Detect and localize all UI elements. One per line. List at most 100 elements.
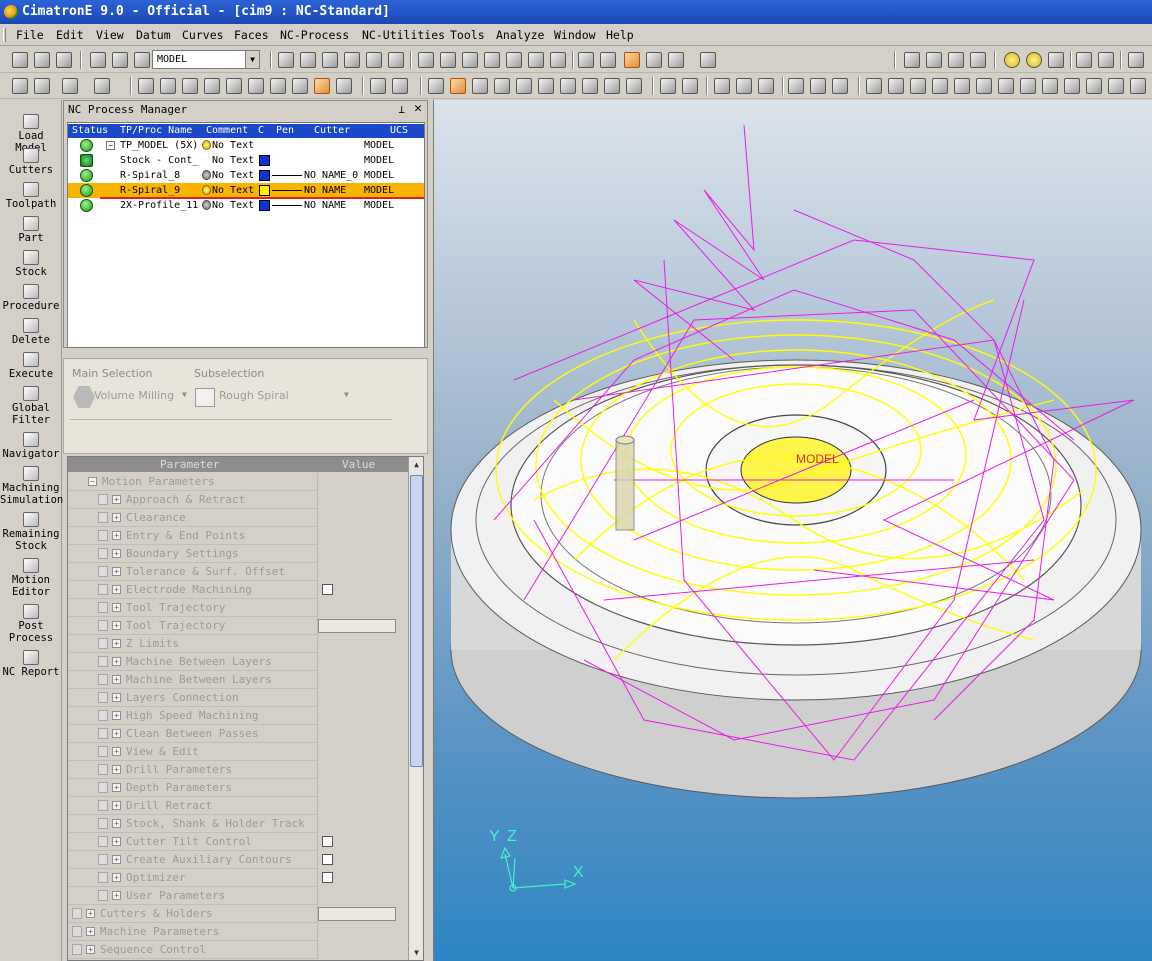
hide-icon[interactable] — [998, 78, 1014, 94]
pointer-icon[interactable] — [1064, 78, 1080, 94]
filter-sketch-icon[interactable] — [248, 78, 264, 94]
expand-icon[interactable]: + — [112, 873, 121, 882]
zoom-dynamic-icon[interactable] — [322, 52, 338, 68]
menu-edit[interactable]: Edit — [56, 28, 84, 42]
cross-icon[interactable] — [976, 78, 992, 94]
post-process-button[interactable]: Post Process — [0, 604, 62, 644]
parameter-row[interactable]: + User Parameters — [68, 887, 408, 905]
curve-icon[interactable] — [682, 78, 698, 94]
filter-all-icon[interactable] — [970, 52, 986, 68]
undo-view-icon[interactable] — [1076, 52, 1092, 68]
nc-layout-icon[interactable] — [626, 78, 642, 94]
circle-icon[interactable] — [910, 78, 926, 94]
parameter-row[interactable]: + Boundary Settings — [68, 545, 408, 563]
expand-icon[interactable]: + — [86, 945, 95, 954]
parameter-row[interactable]: + Z Limits — [68, 635, 408, 653]
angle-icon[interactable] — [1042, 78, 1058, 94]
parameter-state-icon[interactable] — [98, 530, 108, 541]
parameter-checkbox[interactable] — [322, 584, 333, 595]
parameter-state-icon[interactable] — [98, 692, 108, 703]
column-c[interactable]: C — [258, 124, 264, 138]
open-file-icon[interactable] — [34, 52, 50, 68]
parameter-state-icon[interactable] — [98, 854, 108, 865]
expand-icon[interactable]: + — [112, 729, 121, 738]
parameter-row[interactable]: + Cutters & Holders — [68, 905, 408, 923]
plane-icon[interactable] — [954, 78, 970, 94]
sketch-icon[interactable] — [660, 78, 676, 94]
parameter-checkbox[interactable] — [322, 836, 333, 847]
parameter-state-icon[interactable] — [98, 584, 108, 595]
parameter-button[interactable] — [318, 619, 396, 633]
set-active-icon[interactable] — [112, 52, 128, 68]
zoom-icon[interactable] — [344, 52, 360, 68]
parameter-row[interactable]: + Cutter Tilt Control — [68, 833, 408, 851]
main-selection-value[interactable]: Volume Milling — [94, 389, 174, 402]
execute-button[interactable]: Execute — [0, 352, 62, 380]
nc-info-icon[interactable] — [516, 78, 532, 94]
light-bulb-off-icon[interactable] — [1048, 52, 1064, 68]
filter-dims-icon[interactable] — [336, 78, 352, 94]
collapse-icon[interactable]: − — [88, 477, 97, 486]
line-angle-icon[interactable] — [888, 78, 904, 94]
arc-icon[interactable] — [932, 78, 948, 94]
shaded-edges-icon[interactable] — [646, 52, 662, 68]
pen-color-swatch[interactable] — [259, 170, 270, 181]
menu-datum[interactable]: Datum — [136, 28, 171, 42]
parameter-checkbox[interactable] — [322, 872, 333, 883]
parameter-row[interactable]: + View & Edit — [68, 743, 408, 761]
expand-icon[interactable]: + — [112, 837, 121, 846]
parameter-row[interactable]: + Stock, Shank & Holder Track — [68, 815, 408, 833]
parameter-row[interactable]: + Clean Between Passes — [68, 725, 408, 743]
display-mode-icon[interactable] — [668, 52, 684, 68]
select-mode-icon[interactable] — [94, 78, 110, 94]
parameter-row[interactable]: + Tolerance & Surf. Offset — [68, 563, 408, 581]
square-icon[interactable] — [1130, 78, 1146, 94]
parameter-row[interactable]: + Entry & End Points — [68, 527, 408, 545]
parameter-state-icon[interactable] — [98, 818, 108, 829]
select-box-icon[interactable] — [62, 78, 78, 94]
parameter-row[interactable]: − Motion Parameters — [68, 473, 408, 491]
expand-icon[interactable]: + — [86, 927, 95, 936]
parameter-checkbox[interactable] — [322, 854, 333, 865]
filter-datum-icon[interactable] — [270, 78, 286, 94]
parameter-row[interactable]: + Tool Trajectory — [68, 599, 408, 617]
stock-button[interactable]: Stock — [0, 250, 62, 278]
parameter-row[interactable]: + Create Auxiliary Contours — [68, 851, 408, 869]
expand-icon[interactable]: + — [112, 549, 121, 558]
ucs-move-icon[interactable] — [832, 78, 848, 94]
pen-color-swatch[interactable] — [259, 200, 270, 211]
tree-row-r-spiral-8[interactable]: R-Spiral_8 No Text NO NAME_0 MODEL — [68, 168, 424, 183]
nc-report-button[interactable]: NC Report — [0, 650, 62, 678]
frame-icon[interactable] — [1086, 78, 1102, 94]
parameter-row[interactable]: + Layers Connection — [68, 689, 408, 707]
expand-icon[interactable]: + — [112, 819, 121, 828]
pick-delete-icon[interactable] — [34, 78, 50, 94]
parameter-state-icon[interactable] — [98, 602, 108, 613]
pen-color-swatch[interactable] — [259, 155, 270, 166]
expand-icon[interactable]: + — [112, 765, 121, 774]
parameter-state-icon[interactable] — [98, 890, 108, 901]
face-icon[interactable] — [736, 78, 752, 94]
expand-icon[interactable]: + — [112, 621, 121, 630]
parameter-state-icon[interactable] — [98, 566, 108, 577]
parameter-state-icon[interactable] — [98, 620, 108, 631]
parameter-row[interactable]: + Optimizer — [68, 869, 408, 887]
filter-toggle-icon[interactable] — [948, 52, 964, 68]
parameter-state-icon[interactable] — [98, 800, 108, 811]
parameter-state-icon[interactable] — [98, 656, 108, 667]
nc-transform-icon[interactable] — [560, 78, 576, 94]
redo-view-icon[interactable] — [1098, 52, 1114, 68]
expand-icon[interactable]: + — [112, 603, 121, 612]
view-bottom-icon[interactable] — [550, 52, 566, 68]
expand-icon[interactable]: + — [112, 585, 121, 594]
expand-icon[interactable]: + — [112, 567, 121, 576]
menu-file[interactable]: File — [16, 28, 44, 42]
view-right-icon[interactable] — [484, 52, 500, 68]
expand-icon[interactable]: + — [112, 693, 121, 702]
menu-tools[interactable]: Tools — [450, 28, 485, 42]
tree-row-stock[interactable]: Stock - Cont_ No Text MODEL — [68, 153, 424, 168]
cutters-button[interactable]: Cutters — [0, 148, 62, 176]
menu-curves[interactable]: Curves — [182, 28, 224, 42]
parameter-state-icon[interactable] — [72, 926, 82, 937]
menu-view[interactable]: View — [96, 28, 124, 42]
